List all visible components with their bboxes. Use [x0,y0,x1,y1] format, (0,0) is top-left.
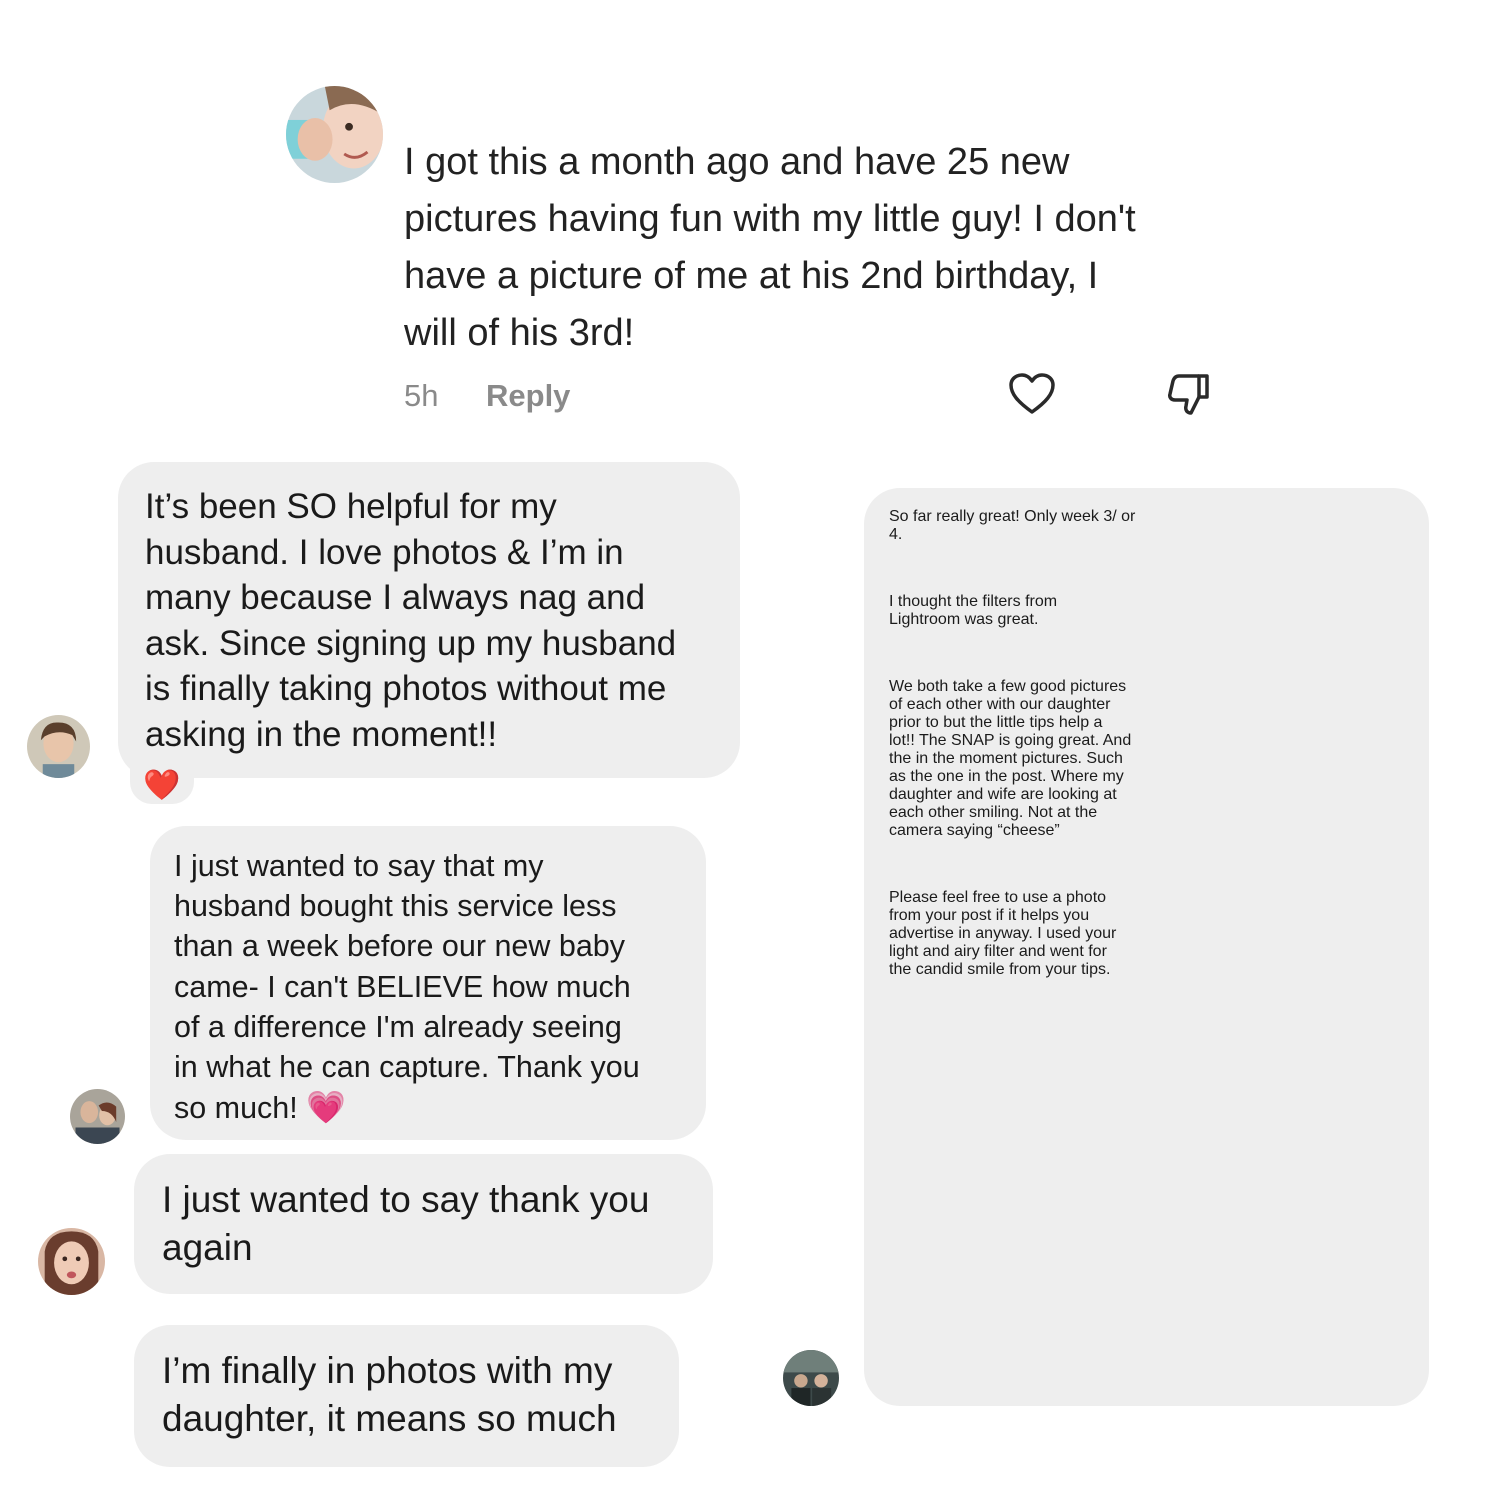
message-text-2: I just wanted to say that my husband bou… [174,849,640,1126]
comment-text: I got this a month ago and have 25 new p… [404,141,1136,354]
message-bubble-3: I just wanted to say thank you again [134,1154,713,1294]
commenter-avatar[interactable] [286,86,383,183]
message-text-3: I just wanted to say thank you again [162,1179,650,1268]
avatar-user-3[interactable] [38,1228,105,1295]
message-bubble-5: So far really great! Only week 3/ or 4. … [864,488,1429,1406]
message-bubble-2: I just wanted to say that my husband bou… [150,826,706,1140]
message-text-1: It’s been SO helpful for my husband. I l… [145,487,677,754]
heart-outline-icon[interactable] [1008,372,1056,416]
avatar-user-1[interactable] [27,715,90,778]
pink-heart-emoji: 💗 [306,1089,347,1126]
message-bubble-1: It’s been SO helpful for my husband. I l… [118,462,740,778]
message-text-4: I’m finally in photos with my daughter, … [162,1350,617,1439]
reply-button[interactable]: Reply [486,378,570,414]
thumbs-down-icon[interactable] [1166,372,1212,418]
comment-timestamp: 5h [404,378,439,413]
reaction-badge[interactable]: ❤️ [130,768,194,804]
message-paragraph-4: Please feel free to use a photo from you… [889,889,1117,978]
message-bubble-4: I’m finally in photos with my daughter, … [134,1325,679,1467]
message-paragraph-2: I thought the filters from Lightroom was… [889,593,1058,628]
message-paragraph-3: We both take a few good pictures of each… [889,678,1132,839]
heart-reaction-icon: ❤️ [143,769,181,802]
avatar-user-4[interactable] [783,1350,839,1406]
avatar-user-2[interactable] [70,1089,125,1144]
message-paragraph-1: So far really great! Only week 3/ or 4. [889,508,1136,543]
